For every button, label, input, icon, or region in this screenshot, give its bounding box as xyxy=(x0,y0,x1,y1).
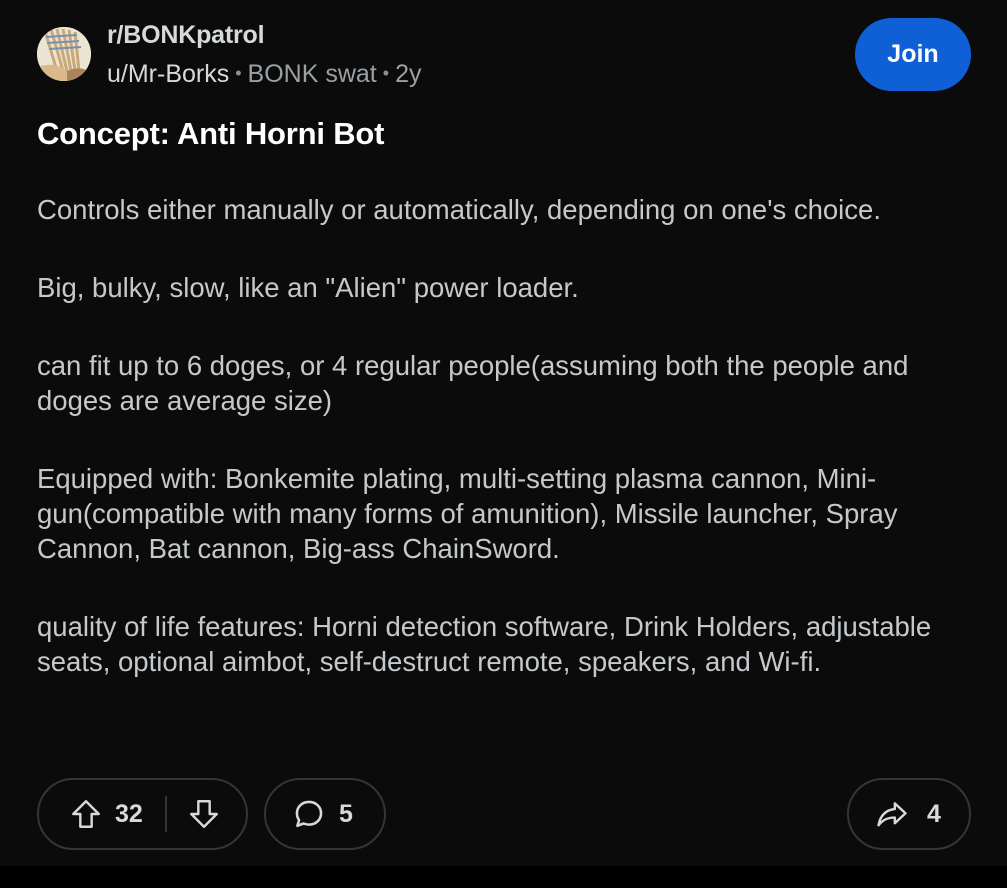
arrow-down-icon[interactable] xyxy=(187,797,221,831)
arrow-up-icon[interactable] xyxy=(69,797,103,831)
vote-divider xyxy=(164,796,167,832)
comments-button[interactable]: 5 xyxy=(264,778,386,850)
body-paragraph: Equipped with: Bonkemite plating, multi-… xyxy=(37,463,898,564)
vote-control: 32 xyxy=(37,778,248,850)
post-card[interactable]: r/BONKpatrol u/Mr-Borks • BONK swat • 2y Joi… xyxy=(0,0,1007,866)
post-body: Controls either manually or automaticall… xyxy=(37,192,967,722)
post-age: 2y xyxy=(395,60,422,88)
post-meta: u/Mr-Borks • BONK swat • 2y xyxy=(107,60,421,89)
speech-bubble-icon xyxy=(292,797,326,831)
join-button[interactable]: Join xyxy=(855,18,971,91)
user-flair: BONK swat xyxy=(247,60,377,88)
post-title: Concept: Anti Horni Bot xyxy=(37,116,385,151)
meta-separator: • xyxy=(382,63,390,83)
author-link[interactable]: u/Mr-Borks xyxy=(107,60,229,88)
comment-count: 5 xyxy=(339,799,353,828)
body-paragraph: Big, bulky, slow, like an "Alien" power … xyxy=(37,272,579,303)
share-count: 4 xyxy=(927,799,941,828)
subreddit-avatar[interactable] xyxy=(37,27,91,81)
meta-separator: • xyxy=(235,63,242,83)
body-paragraph: can fit up to 6 doges, or 4 regular peop… xyxy=(37,350,909,416)
upvote-count: 32 xyxy=(115,799,143,828)
bottom-edge xyxy=(0,866,1007,888)
share-button[interactable]: 4 xyxy=(847,778,971,850)
body-paragraph: quality of life features: Horni detectio… xyxy=(37,611,932,677)
subreddit-name[interactable]: r/BONKpatrol xyxy=(107,21,265,50)
share-arrow-icon xyxy=(875,797,909,831)
body-paragraph: Controls either manually or automaticall… xyxy=(37,194,881,225)
